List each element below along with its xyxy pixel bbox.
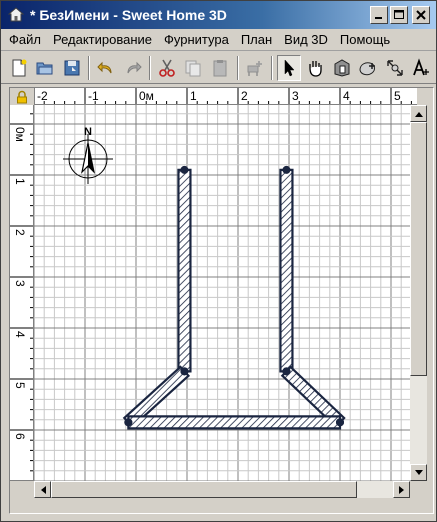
toolbar-separator <box>271 55 274 80</box>
minimize-button[interactable] <box>370 6 388 24</box>
menu-file[interactable]: Файл <box>1 30 47 50</box>
menu-plan[interactable]: План <box>235 30 278 50</box>
save-button[interactable] <box>60 55 83 81</box>
vertical-ruler: 0м 1 2 3 4 5 6 <box>10 105 34 481</box>
maximize-button[interactable] <box>390 6 408 24</box>
ruler-v-label: 0м <box>13 127 27 142</box>
arrow-cursor-icon <box>284 58 295 76</box>
create-rooms-button[interactable] <box>357 55 380 81</box>
app-window: * БезИмени - Sweet Home 3D Файл Редактир… <box>0 0 437 522</box>
select-mode-button[interactable] <box>277 54 301 81</box>
wall-joint <box>180 165 189 174</box>
ruler-v-label: 4 <box>13 331 27 338</box>
ruler-v-label: 5 <box>13 382 27 389</box>
ruler-v-label: 6 <box>13 433 27 440</box>
ruler-h-label: 4 <box>343 89 350 103</box>
new-document-icon <box>12 59 27 76</box>
wall-joint <box>282 367 291 376</box>
ruler-h-label: 0м <box>139 89 154 103</box>
plan-view: -2 -1 0м 1 2 3 4 5 0м 1 2 3 4 5 6 N <box>9 87 434 514</box>
scroll-right-arrow[interactable] <box>393 481 410 498</box>
add-furniture-icon <box>247 60 263 76</box>
horizontal-scroll-thumb[interactable] <box>51 481 357 498</box>
horizontal-ruler: -2 -1 0м 1 2 3 4 5 <box>34 88 417 105</box>
create-rooms-icon <box>359 61 376 75</box>
scroll-left-arrow[interactable] <box>34 481 51 498</box>
vertical-scroll-thumb[interactable] <box>410 122 427 376</box>
wall-joint <box>282 165 291 174</box>
lock-icon <box>17 90 27 103</box>
toolbar <box>1 52 436 84</box>
wall-joint <box>180 367 189 376</box>
cut-button[interactable] <box>155 55 178 81</box>
right-vertical-wall[interactable] <box>279 168 294 373</box>
ruler-h-label: -2 <box>37 89 48 103</box>
menu-edit[interactable]: Редактирование <box>47 30 158 50</box>
dimension-icon <box>387 59 403 76</box>
ruler-h-label: -1 <box>88 89 99 103</box>
bottom-wall[interactable] <box>127 415 342 430</box>
redo-icon <box>127 61 142 73</box>
scissors-icon <box>159 59 175 77</box>
undo-button[interactable] <box>94 55 117 81</box>
create-walls-icon <box>334 58 350 77</box>
toolbar-separator <box>149 55 152 80</box>
folder-open-icon <box>36 62 53 74</box>
create-walls-button[interactable] <box>330 55 353 81</box>
ruler-v-label: 3 <box>13 280 27 287</box>
text-icon <box>413 57 430 75</box>
horizontal-scrollbar[interactable] <box>34 481 410 498</box>
scroll-corner <box>410 481 427 498</box>
close-button[interactable] <box>412 6 430 24</box>
menu-help[interactable]: Помощь <box>334 30 396 50</box>
new-home-button[interactable] <box>7 55 30 81</box>
menu-bar: Файл Редактирование Фурнитура План Вид 3… <box>1 29 436 51</box>
scroll-up-arrow[interactable] <box>410 105 427 122</box>
menu-3d-view[interactable]: Вид 3D <box>278 30 334 50</box>
wall-joint <box>124 418 133 427</box>
ruler-v-label: 1 <box>13 178 27 185</box>
paste-icon <box>213 59 227 76</box>
vertical-scrollbar[interactable] <box>410 105 427 481</box>
add-text-button[interactable] <box>410 55 433 81</box>
ruler-h-label: 2 <box>241 89 248 103</box>
left-vertical-wall[interactable] <box>177 168 192 373</box>
undo-icon <box>97 61 112 73</box>
ruler-h-label: 3 <box>292 89 299 103</box>
add-furniture-button[interactable] <box>243 55 266 81</box>
wall-joint <box>336 418 344 427</box>
plan-canvas[interactable]: N <box>34 105 410 481</box>
pan-mode-button[interactable] <box>304 55 327 81</box>
hand-icon <box>309 60 323 77</box>
ruler-h-label: 5 <box>394 89 401 103</box>
scroll-down-arrow[interactable] <box>410 464 427 481</box>
toolbar-separator <box>88 55 91 80</box>
compass-north-label: N <box>84 126 92 138</box>
redo-button[interactable] <box>121 55 144 81</box>
save-icon <box>64 60 80 75</box>
menu-furniture[interactable]: Фурнитура <box>158 30 235 50</box>
title-bar[interactable]: * БезИмени - Sweet Home 3D <box>1 1 436 29</box>
ruler-v-label: 2 <box>13 229 27 236</box>
ruler-h-label: 1 <box>190 89 197 103</box>
copy-icon <box>185 60 201 76</box>
copy-button[interactable] <box>182 55 205 81</box>
create-dimensions-button[interactable] <box>383 55 406 81</box>
paste-button[interactable] <box>208 55 231 81</box>
window-title: * БезИмени - Sweet Home 3D <box>30 7 227 23</box>
open-button[interactable] <box>33 55 56 81</box>
toolbar-separator <box>236 55 239 80</box>
sweet-home-3d-icon <box>7 6 25 24</box>
lock-base-plan-button[interactable] <box>10 88 34 105</box>
